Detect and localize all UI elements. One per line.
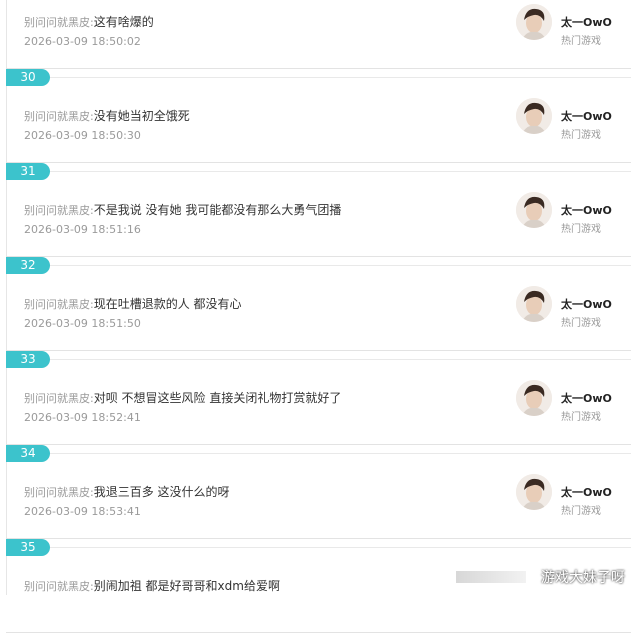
comment-text: 我退三百多 这没什么的呀 <box>93 485 230 499</box>
author-tag: 热门游戏 <box>561 36 601 47</box>
comment-divider <box>50 453 631 454</box>
author-tag: 热门游戏 <box>561 412 601 423</box>
comment-time: 2026-03-09 18:50:30 <box>24 129 141 142</box>
comment-text: 不是我说 没有她 我可能都没有那么大勇气团播 <box>93 203 342 217</box>
comment-content: 别问问就黑皮:别闹加祖 都是好哥哥和xdm给爱啊 <box>24 575 280 594</box>
comment-time: 2026-03-09 18:50:02 <box>24 35 141 48</box>
comment-content: 别问问就黑皮:现在吐槽退款的人 都没有心 <box>24 293 242 312</box>
comment-time: 2026-03-09 18:53:41 <box>24 505 141 518</box>
comment-item: 34 别问问就黑皮:我退三百多 这没什么的呀 2026-03-09 18:53:41… <box>6 445 631 539</box>
author-avatar[interactable] <box>516 380 552 416</box>
comment-content: 别问问就黑皮:我退三百多 这没什么的呀 <box>24 481 230 500</box>
comment-text: 对呗 不想冒这些风险 直接关闭礼物打赏就好了 <box>93 391 342 405</box>
comment-item: 33 别问问就黑皮:对呗 不想冒这些风险 直接关闭礼物打赏就好了 2026-03-0… <box>6 351 631 445</box>
comment-divider <box>50 547 631 548</box>
comment-time: 2026-03-09 18:52:41 <box>24 411 141 424</box>
comment-text: 这有啥爆的 <box>93 15 154 29</box>
author-tag: 热门游戏 <box>561 506 601 517</box>
author-avatar[interactable] <box>516 192 552 228</box>
watermark-blur <box>456 571 526 583</box>
author-avatar[interactable] <box>516 98 552 134</box>
comment-text: 现在吐槽退款的人 都没有心 <box>93 297 242 311</box>
comment-user: 别问问就黑皮: <box>24 298 94 311</box>
author-name[interactable]: 太一OwO <box>561 14 612 30</box>
comment-user: 别问问就黑皮: <box>24 110 94 123</box>
author-avatar[interactable] <box>516 4 552 40</box>
comment-item: 35 别问问就黑皮:别闹加祖 都是好哥哥和xdm给爱啊 <box>6 539 631 633</box>
author-name[interactable]: 太一OwO <box>561 296 612 312</box>
author-tag: 热门游戏 <box>561 224 601 235</box>
comment-number-badge: 35 <box>6 539 50 556</box>
comment-divider <box>50 77 631 78</box>
comment-text: 没有她当初全饿死 <box>93 109 190 123</box>
author-name[interactable]: 太一OwO <box>561 484 612 500</box>
comment-content: 别问问就黑皮:不是我说 没有她 我可能都没有那么大勇气团播 <box>24 199 341 218</box>
comment-user: 别问问就黑皮: <box>24 580 94 593</box>
comment-user: 别问问就黑皮: <box>24 204 94 217</box>
comment-item: 32 别问问就黑皮:现在吐槽退款的人 都没有心 2026-03-09 18:51:5… <box>6 257 631 351</box>
author-avatar[interactable] <box>516 474 552 510</box>
comment-number-badge: 31 <box>6 163 50 180</box>
comment-time: 2026-03-09 18:51:50 <box>24 317 141 330</box>
comment-content: 别问问就黑皮:对呗 不想冒这些风险 直接关闭礼物打赏就好了 <box>24 387 341 406</box>
comment-user: 别问问就黑皮: <box>24 392 94 405</box>
comment-item: 别问问就黑皮:这有啥爆的 2026-03-09 18:50:02 太一OwO 热门游戏 <box>6 0 631 69</box>
comment-time: 2026-03-09 18:51:16 <box>24 223 141 236</box>
comment-divider <box>50 359 631 360</box>
author-tag: 热门游戏 <box>561 318 601 329</box>
author-name[interactable]: 太一OwO <box>561 390 612 406</box>
comment-content: 别问问就黑皮:没有她当初全饿死 <box>24 105 190 124</box>
comment-number-badge: 32 <box>6 257 50 274</box>
watermark-text: 游戏大妹子呀 <box>541 570 625 586</box>
comment-item: 30 别问问就黑皮:没有她当初全饿死 2026-03-09 18:50:30 太一Ow… <box>6 69 631 163</box>
comment-number-badge: 30 <box>6 69 50 86</box>
author-avatar[interactable] <box>516 286 552 322</box>
comment-divider <box>50 171 631 172</box>
comment-text: 别闹加祖 都是好哥哥和xdm给爱啊 <box>93 579 280 593</box>
author-tag: 热门游戏 <box>561 130 601 141</box>
comment-user: 别问问就黑皮: <box>24 486 94 499</box>
comment-content: 别问问就黑皮:这有啥爆的 <box>24 11 154 30</box>
comment-number-badge: 34 <box>6 445 50 462</box>
comment-item: 31 别问问就黑皮:不是我说 没有她 我可能都没有那么大勇气团播 2026-03-0… <box>6 163 631 257</box>
comment-number-badge: 33 <box>6 351 50 368</box>
author-name[interactable]: 太一OwO <box>561 108 612 124</box>
comment-user: 别问问就黑皮: <box>24 16 94 29</box>
comment-divider <box>50 265 631 266</box>
author-name[interactable]: 太一OwO <box>561 202 612 218</box>
